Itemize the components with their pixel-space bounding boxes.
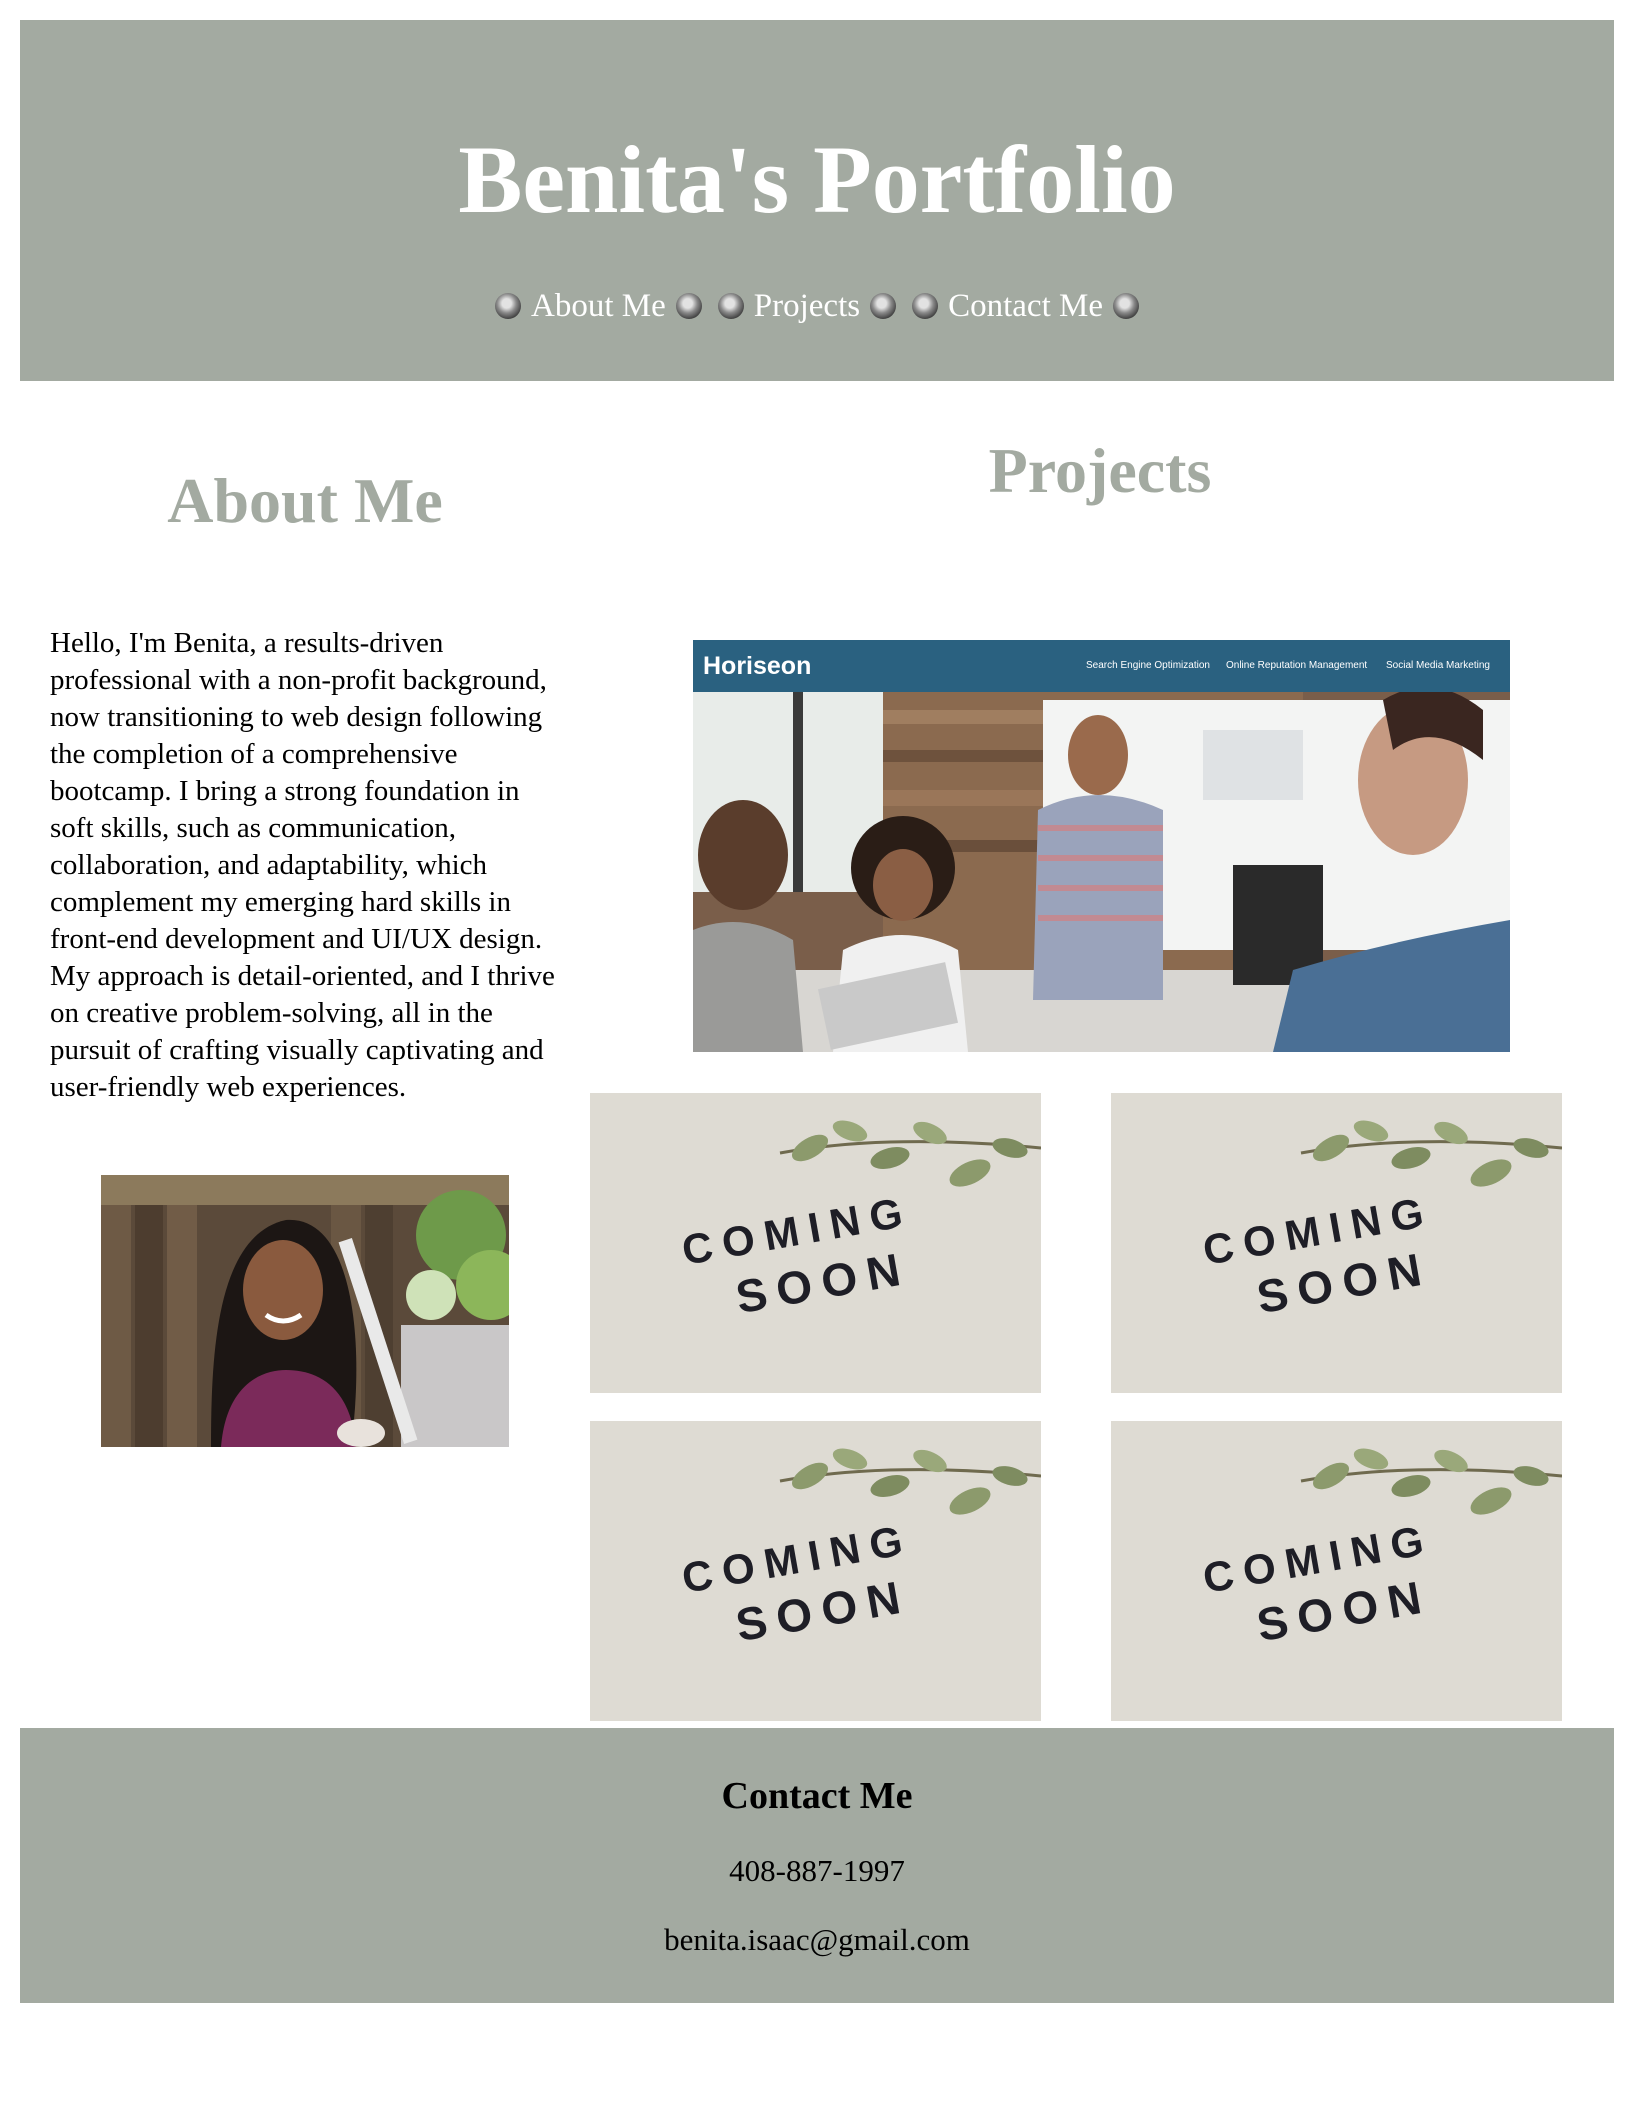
- about-heading: About Me: [167, 465, 443, 536]
- contact-footer: Contact Me 408-887-1997 benita.isaac@gma…: [20, 1728, 1614, 2003]
- horiseon-nav-seo: Search Engine Optimization: [1086, 660, 1210, 671]
- project-coming-soon-3[interactable]: COMING SOON: [590, 1421, 1041, 1721]
- bullet-icon: [870, 293, 897, 319]
- nav-item-projects[interactable]: Projects: [714, 286, 900, 326]
- contact-email[interactable]: benita.isaac@gmail.com: [20, 1921, 1614, 1959]
- site-header: Benita's Portfolio About Me Projects Con…: [20, 20, 1614, 381]
- nav-item-contact-me[interactable]: Contact Me: [908, 286, 1143, 326]
- bullet-icon: [1112, 293, 1139, 319]
- bullet-icon: [675, 293, 702, 319]
- horiseon-nav-orm: Online Reputation Management: [1226, 660, 1367, 671]
- nav-label[interactable]: About Me: [531, 286, 666, 326]
- nav-item-about-me[interactable]: About Me: [491, 286, 706, 326]
- bullet-icon: [912, 293, 939, 319]
- profile-photo: [101, 1175, 509, 1447]
- bullet-icon: [495, 293, 522, 319]
- horiseon-nav-smm: Social Media Marketing: [1386, 660, 1490, 671]
- nav-label[interactable]: Contact Me: [948, 286, 1103, 326]
- project-coming-soon-2[interactable]: COMING SOON: [1111, 1093, 1562, 1393]
- site-title: Benita's Portfolio: [458, 126, 1176, 233]
- contact-heading: Contact Me: [721, 1775, 913, 1817]
- main-nav: About Me Projects Contact Me: [20, 286, 1614, 326]
- nav-label[interactable]: Projects: [754, 286, 860, 326]
- horiseon-brand: Horiseon: [703, 652, 811, 680]
- project-coming-soon-4[interactable]: COMING SOON: [1111, 1421, 1562, 1721]
- bullet-icon: [717, 293, 744, 319]
- about-text: Hello, I'm Benita, a results-driven prof…: [50, 627, 555, 1103]
- project-coming-soon-1[interactable]: COMING SOON: [590, 1093, 1041, 1393]
- projects-heading: Projects: [988, 435, 1212, 506]
- contact-phone[interactable]: 408-887-1997: [20, 1852, 1614, 1890]
- project-horiseon[interactable]: Horiseon Search Engine Optimization Onli…: [693, 640, 1510, 1052]
